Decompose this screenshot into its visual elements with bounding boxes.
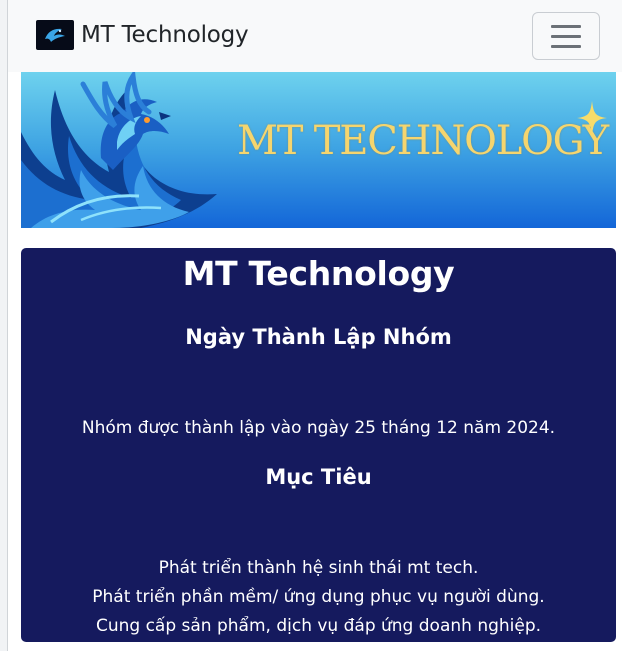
banner-title: MT TECHNOLOGY [237,118,609,164]
page-title: MT Technology [182,254,455,293]
navbar: MT Technology [8,0,622,72]
hamburger-menu-icon-bar [551,34,581,38]
goal-line: Cung cấp sản phẩm, dịch vụ đáp ứng doanh… [95,616,542,636]
section-text-founding-date: Nhóm được thành lập vào ngày 25 tháng 12… [21,414,616,443]
sparkle-icon [577,101,607,135]
brand-name: MT Technology [81,22,249,48]
hero-banner: MT TECHNOLOGY [21,72,616,228]
section-heading-goals: Mục Tiêu [265,465,372,489]
phoenix-logo-icon [21,72,217,228]
section-text-goals: Phát triển thành hệ sinh thái mt tech. P… [21,554,616,641]
content-card: MT Technology Ngày Thành Lập Nhóm Nhóm đ… [21,248,616,642]
hamburger-menu-icon [551,24,581,28]
page-viewport: MT Technology MT TECHNOLOGY MT Technolog… [0,0,622,651]
goal-line: Phát triển thành hệ sinh thái mt tech. [158,558,479,578]
navbar-toggler-button[interactable] [532,12,600,60]
section-heading-founding-date: Ngày Thành Lập Nhóm [185,325,452,349]
window-edge [0,0,8,651]
navbar-brand[interactable]: MT Technology [36,18,249,52]
goal-line: Phát triển phần mềm/ ứng dụng phục vụ ng… [92,587,545,607]
hamburger-menu-icon-bar [551,44,581,48]
mt-logo-icon [36,20,74,50]
founding-date-line: Nhóm được thành lập vào ngày 25 tháng 12… [81,418,556,438]
